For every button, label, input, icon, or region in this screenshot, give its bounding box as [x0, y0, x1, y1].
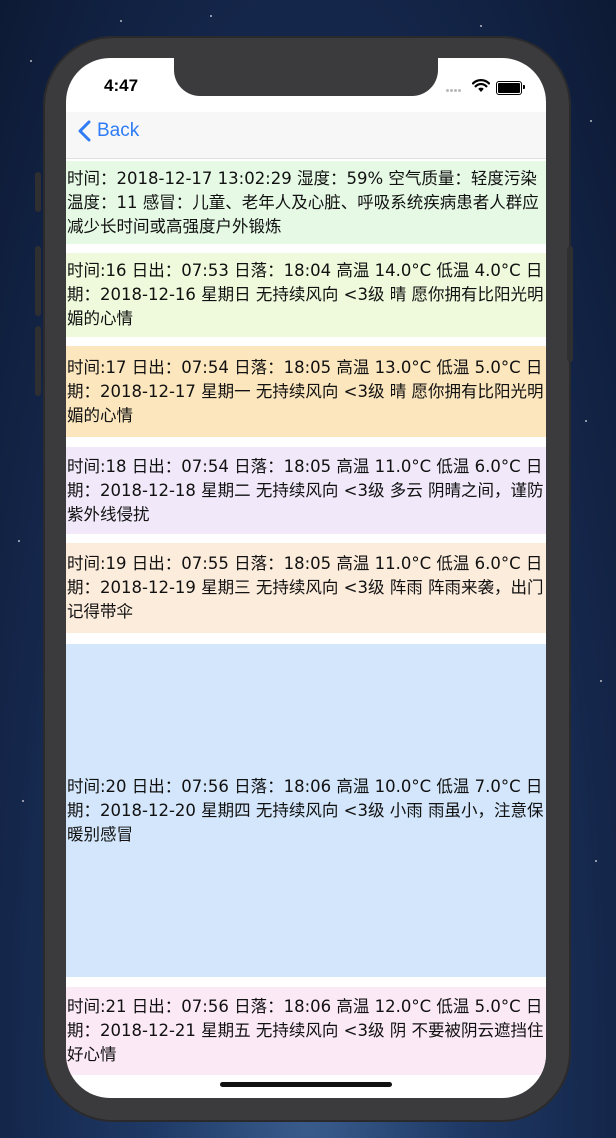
list-item-day-18[interactable]: 时间:18 日出：07:54 日落：18:05 高温 11.0°C 低温 6.0… [66, 447, 546, 534]
mute-switch [35, 172, 41, 212]
list-item-text: 时间:17 日出：07:54 日落：18:05 高温 13.0°C 低温 5.0… [67, 357, 544, 425]
list-item-text: 时间：2018-12-17 13:02:29 湿度：59% 空气质量：轻度污染 … [67, 168, 539, 236]
volume-up-button [35, 246, 41, 316]
signal-icon [446, 89, 466, 93]
list-item-text: 时间:21 日出：07:56 日落：18:06 高温 12.0°C 低温 5.0… [67, 997, 544, 1064]
star [600, 680, 602, 682]
list-item-day-17[interactable]: 时间:17 日出：07:54 日落：18:05 高温 13.0°C 低温 5.0… [66, 346, 546, 437]
status-time: 4:47 [104, 76, 139, 95]
star [480, 25, 482, 27]
notch [174, 58, 438, 96]
star [210, 15, 212, 17]
star [595, 860, 597, 862]
back-button-label: Back [97, 120, 140, 141]
list-item-text: 时间:16 日出：07:53 日落：18:04 高温 14.0°C 低温 4.0… [67, 261, 544, 328]
list-item-day-16[interactable]: 时间:16 日出：07:53 日落：18:04 高温 14.0°C 低温 4.0… [66, 253, 546, 337]
list-item-day-19[interactable]: 时间:19 日出：07:55 日落：18:05 高温 11.0°C 低温 6.0… [66, 543, 546, 633]
back-button[interactable]: Back [78, 120, 139, 142]
device-screen: 4:47 Back 时间：2018-12-17 13:02:29 湿度：59% … [66, 58, 546, 1098]
navigation-bar: Back [66, 112, 546, 159]
wifi-icon [471, 78, 491, 97]
star [585, 420, 587, 422]
star [590, 120, 592, 122]
list-item-day-21[interactable]: 时间:21 日出：07:56 日落：18:06 高温 12.0°C 低温 5.0… [66, 987, 546, 1075]
list-item-current[interactable]: 时间：2018-12-17 13:02:29 湿度：59% 空气质量：轻度污染 … [66, 161, 546, 244]
volume-down-button [35, 326, 41, 396]
list-item-text: 时间:18 日出：07:54 日落：18:05 高温 11.0°C 低温 6.0… [67, 456, 544, 524]
chevron-left-icon [78, 120, 91, 142]
star [30, 60, 32, 62]
list-item-day-20[interactable]: 时间:20 日出：07:56 日落：18:06 高温 10.0°C 低温 7.0… [66, 644, 546, 977]
star [22, 800, 24, 802]
battery-icon [496, 81, 525, 95]
home-indicator[interactable] [220, 1082, 392, 1087]
star [120, 20, 122, 22]
star [18, 540, 20, 542]
list-item-text: 时间:20 日出：07:56 日落：18:06 高温 10.0°C 低温 7.0… [67, 776, 544, 844]
list-item-text: 时间:19 日出：07:55 日落：18:05 高温 11.0°C 低温 6.0… [67, 554, 544, 621]
power-button [567, 246, 573, 362]
